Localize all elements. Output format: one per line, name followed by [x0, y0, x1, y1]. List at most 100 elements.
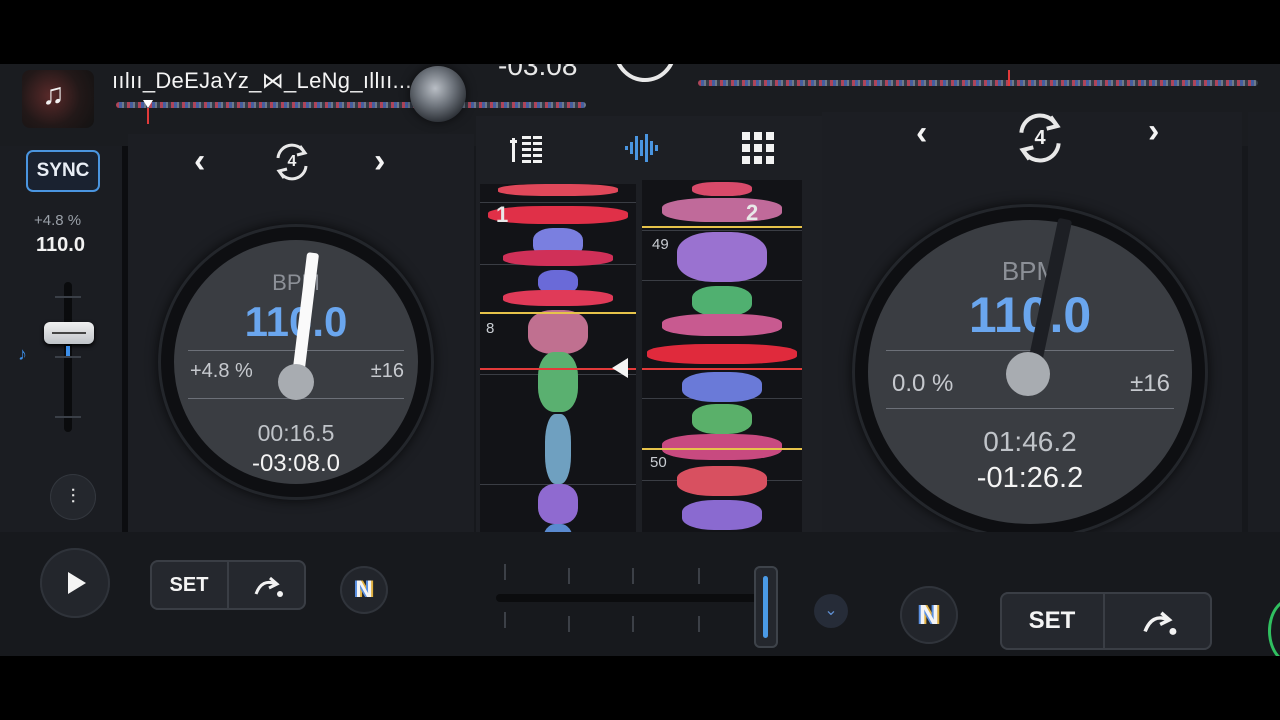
- fader-tick: [55, 296, 81, 298]
- jump-arrow-icon: [1142, 611, 1176, 635]
- waveform-segment: [538, 352, 578, 412]
- deck1-jog-hub: [278, 364, 314, 400]
- deck2-mini-waveform[interactable]: [698, 80, 1258, 86]
- deck2-now-line: [642, 368, 802, 370]
- top-ring-button[interactable]: [614, 64, 676, 82]
- deck2-set-button[interactable]: SET: [1000, 592, 1104, 650]
- deck2-jog-range: ±16: [1130, 370, 1170, 397]
- waveform-segment: [692, 182, 752, 196]
- deck2-jog-face: BPM 110.0 0.0 % ±16 01:46.2 -01:26.2: [868, 217, 1192, 524]
- deck1-loop-next-icon[interactable]: ›: [374, 142, 385, 181]
- deck1-marker-8: 8: [486, 320, 495, 337]
- waveform-segment: [662, 314, 782, 336]
- grid-icon[interactable]: [742, 132, 774, 171]
- crossfader-tick: [568, 616, 570, 632]
- waveform-segment: [692, 286, 752, 316]
- sync-button[interactable]: SYNC: [26, 150, 100, 192]
- deck1-jog-wheel[interactable]: BPM 110.0 +4.8 % ±16 00:16.5 -03:08.0: [158, 224, 434, 500]
- deck1-remaining-time: -03:08.0: [251, 450, 341, 477]
- fader-tick: [55, 416, 81, 418]
- deck1-loop-prev-icon[interactable]: ‹: [194, 142, 205, 181]
- jog-separator: [886, 408, 1174, 409]
- deck2-bpm-label: BPM: [1001, 256, 1059, 286]
- deck2-loop-button[interactable]: 4: [1008, 106, 1072, 170]
- deck2-jog-wheel[interactable]: BPM 110.0 0.0 % ±16 01:46.2 -01:26.2: [852, 204, 1208, 540]
- waveform-segment: [503, 290, 613, 306]
- playhead-marker-icon: [612, 358, 628, 378]
- deck2-marker-49: 49: [652, 236, 669, 253]
- waveform-icon[interactable]: [624, 132, 662, 171]
- deck2-jog-hub: [1006, 352, 1050, 396]
- deck1-elapsed-time: 00:16.5: [257, 420, 335, 446]
- deck1-bpm-label: BPM: [272, 270, 320, 295]
- pitch-fader-handle[interactable]: [44, 322, 94, 344]
- deck1-mini-playhead: [143, 100, 153, 108]
- deck1-loop-button[interactable]: 4: [268, 138, 316, 186]
- waveform-segment: [677, 466, 767, 496]
- waveform-segment: [488, 206, 628, 224]
- dj-app-screen: ♫ ıılıı_DeEJaYz_⋈_LeNg_ıllıı... -03:08 S…: [0, 64, 1280, 656]
- deck1-mini-waveform[interactable]: [116, 102, 586, 108]
- beat-line: [642, 230, 802, 231]
- deck2-number: 2: [746, 200, 759, 225]
- crossfader-tick: [504, 612, 506, 628]
- waveform-segment: [677, 232, 767, 282]
- deck2-neural-mix-button[interactable]: N: [900, 586, 958, 644]
- deck1-cue-marker: [480, 312, 636, 314]
- deck1-loop-size: 4: [287, 153, 297, 170]
- top-remaining-time: -03:08: [498, 64, 578, 81]
- fader-tick: [55, 356, 81, 358]
- waveform-segment: [528, 310, 588, 354]
- play-button[interactable]: [40, 548, 110, 618]
- jump-arrow-icon: [254, 576, 283, 597]
- deck1-set-cue-group: SET: [150, 560, 306, 610]
- deck1-number: 1: [496, 202, 509, 227]
- deck2-mini-playhead-line: [1008, 70, 1010, 86]
- deck2-jog-pitch: 0.0 %: [892, 370, 954, 397]
- crossfader-tick: [632, 616, 634, 632]
- deck1-pitch-percent: +4.8 %: [34, 212, 82, 229]
- deck2-set-cue-group: SET: [1000, 592, 1212, 650]
- track-title[interactable]: ıılıı_DeEJaYz_⋈_LeNg_ıllıı...: [112, 68, 412, 94]
- waveform-segment: [498, 184, 618, 196]
- deck2-cue-marker: [642, 448, 802, 450]
- sliders-icon: ⫶: [70, 486, 76, 508]
- deck1-jump-button[interactable]: [229, 560, 306, 610]
- deck1-bpm-readout: 110.0: [36, 234, 85, 256]
- deck1-jog-range: ±16: [370, 360, 404, 382]
- equalizer-button[interactable]: ⫶: [50, 474, 96, 520]
- deck2-elapsed-time: 01:46.2: [983, 426, 1077, 457]
- deck1-jog-pitch: +4.8 %: [190, 360, 253, 382]
- deck2-cue-marker: [642, 226, 802, 228]
- waveform-segment: [647, 344, 797, 364]
- deck2-jump-button[interactable]: [1105, 592, 1212, 650]
- chevron-down-icon[interactable]: ⌄: [814, 594, 848, 628]
- deck2-loop-next-icon[interactable]: ›: [1148, 112, 1159, 151]
- mini-jog-knob[interactable]: [410, 66, 466, 122]
- crossfader-tick: [698, 616, 700, 632]
- music-note-icon: ♫: [42, 78, 65, 111]
- deck2-jog-bpm: 110.0: [968, 287, 1092, 343]
- crossfader-handle[interactable]: [754, 566, 778, 648]
- deck1-neural-mix-button[interactable]: N: [340, 566, 388, 614]
- pitch-fader-indicator: [66, 346, 70, 356]
- crossfader-tick: [568, 568, 570, 584]
- waveform-segment: [662, 198, 782, 222]
- crossfader-tick: [632, 568, 634, 584]
- album-art[interactable]: ♫: [22, 70, 94, 128]
- crossfader-track[interactable]: [496, 594, 760, 602]
- deck2-loop-prev-icon[interactable]: ‹: [916, 114, 927, 153]
- waveform-segment: [682, 500, 762, 530]
- deck1-jog-face: BPM 110.0 +4.8 % ±16 00:16.5 -03:08.0: [174, 240, 418, 484]
- deck2-loop-size: 4: [1034, 127, 1046, 149]
- neural-mix-icon: N: [918, 599, 940, 630]
- mixer-icon[interactable]: [510, 132, 546, 171]
- key-lock-icon[interactable]: ♪: [18, 344, 27, 365]
- deck1-set-button[interactable]: SET: [150, 560, 228, 610]
- deck1-mini-playhead-line: [147, 108, 149, 124]
- neural-mix-icon: N: [355, 576, 373, 603]
- waveform-segment: [503, 250, 613, 266]
- deck2-marker-50: 50: [650, 454, 667, 471]
- deck2-remaining-time: -01:26.2: [976, 462, 1084, 494]
- deck2-side-panel: [1248, 112, 1280, 532]
